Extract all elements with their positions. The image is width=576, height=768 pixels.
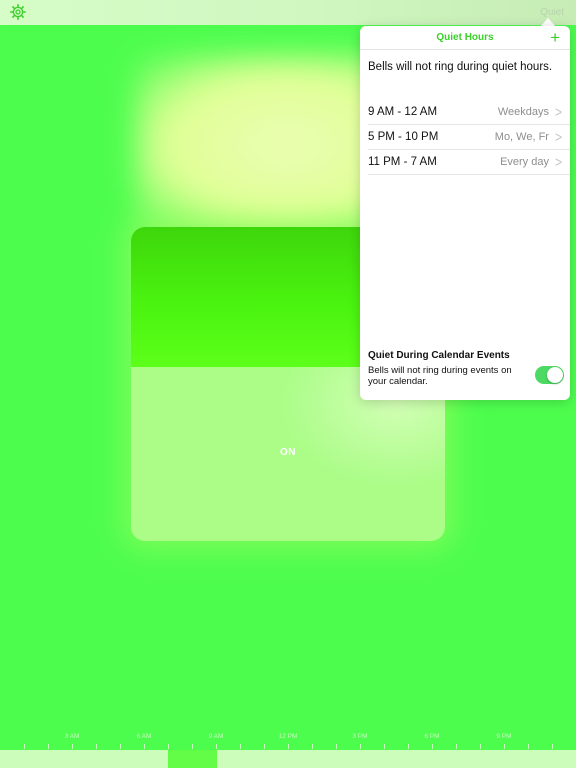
quiet-button[interactable]: Quiet xyxy=(540,7,564,18)
timeline-tick xyxy=(96,744,97,749)
quiet-hours-time: 9 AM - 12 AM xyxy=(368,106,438,118)
timeline-label: 9 AM xyxy=(208,733,224,740)
timeline-tick xyxy=(264,744,265,749)
quiet-hours-days: Mo, We, Fr xyxy=(494,131,549,143)
timeline-tick xyxy=(480,744,481,749)
timeline-tick xyxy=(360,744,361,749)
quiet-hours-days: Weekdays xyxy=(497,106,549,118)
timeline-label: 6 PM xyxy=(424,733,440,740)
timeline-tick xyxy=(240,744,241,749)
timeline-tick xyxy=(72,744,73,749)
timeline-tick xyxy=(432,744,433,749)
add-quiet-hours-button[interactable]: + xyxy=(550,28,560,48)
plus-icon: + xyxy=(550,28,560,47)
chevron-right-icon: > xyxy=(554,153,562,171)
timeline-tick xyxy=(312,744,313,749)
timeline-tick xyxy=(408,744,409,749)
timeline-label: 12 PM xyxy=(278,733,298,740)
timeline-tick xyxy=(528,744,529,749)
timeline-tick xyxy=(48,744,49,749)
quiet-hours-list: 9 AM - 12 AM Weekdays > 5 PM - 10 PM Mo,… xyxy=(360,100,570,175)
settings-button[interactable] xyxy=(9,3,27,21)
calendar-events-title: Quiet During Calendar Events xyxy=(368,350,510,361)
timeline-label: 3 AM xyxy=(64,733,80,740)
chevron-right-icon: > xyxy=(554,103,562,121)
timeline-tick xyxy=(384,744,385,749)
timeline-tick xyxy=(120,744,121,749)
timeline-tick xyxy=(336,744,337,749)
quiet-hours-days: Every day xyxy=(500,156,549,168)
chevron-right-icon: > xyxy=(554,128,562,146)
timeline-tick xyxy=(168,744,169,749)
timeline-tick xyxy=(456,744,457,749)
top-bar: Quiet xyxy=(0,0,576,25)
card-status-label: ON xyxy=(280,447,296,458)
timeline-tick xyxy=(144,744,145,749)
popover-header: Quiet Hours + xyxy=(360,26,570,50)
timeline-tick xyxy=(552,744,553,749)
calendar-events-toggle[interactable] xyxy=(535,366,564,384)
gear-icon xyxy=(10,4,26,20)
quiet-hours-row[interactable]: 9 AM - 12 AM Weekdays > xyxy=(368,100,570,125)
timeline-tick xyxy=(24,744,25,749)
calendar-events-section: Quiet During Calendar Events Bells will … xyxy=(368,350,564,387)
quiet-hours-time: 11 PM - 7 AM xyxy=(368,156,437,168)
timeline-label: 3 PM xyxy=(352,733,368,740)
timeline-tick xyxy=(504,744,505,749)
toggle-knob xyxy=(547,367,563,383)
quiet-hours-row[interactable]: 11 PM - 7 AM Every day > xyxy=(368,150,570,175)
calendar-events-row: Bells will not ring during events on you… xyxy=(368,365,564,387)
popover-title: Quiet Hours xyxy=(436,32,494,43)
popover-description: Bells will not ring during quiet hours. xyxy=(368,61,553,73)
quiet-hours-popover: Quiet Hours + Bells will not ring during… xyxy=(360,26,570,400)
timeline-current-range[interactable] xyxy=(168,750,217,768)
timeline-labels: 3 AM 6 AM 9 AM 12 PM 3 PM 6 PM 9 PM xyxy=(0,733,576,743)
timeline-tick xyxy=(192,744,193,749)
quiet-hours-row[interactable]: 5 PM - 10 PM Mo, We, Fr > xyxy=(368,125,570,150)
quiet-hours-time: 5 PM - 10 PM xyxy=(368,131,439,143)
timeline-label: 9 PM xyxy=(496,733,512,740)
calendar-events-description: Bells will not ring during events on you… xyxy=(368,365,512,387)
timeline-label: 6 AM xyxy=(136,733,152,740)
timeline-bar[interactable] xyxy=(0,750,576,768)
timeline-tick xyxy=(216,744,217,749)
timeline-tick xyxy=(288,744,289,749)
